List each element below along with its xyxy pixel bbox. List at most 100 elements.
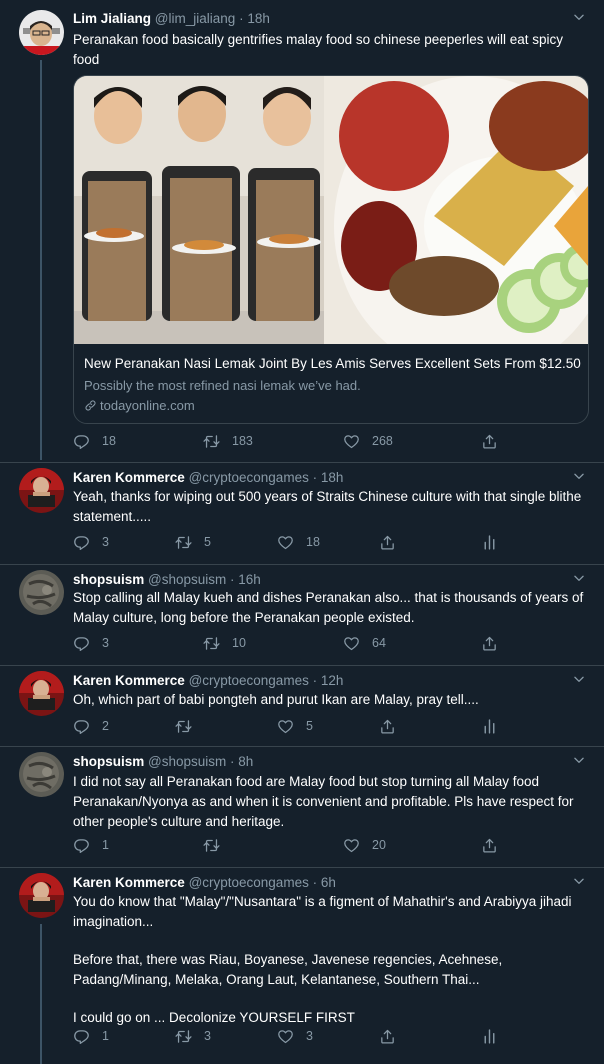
handle[interactable]: @lim_jialiang [155,11,236,26]
display-name[interactable]: Karen Kommerce [73,875,185,890]
retweet-button[interactable] [203,834,232,856]
like-count: 3 [306,1029,313,1043]
analytics-button[interactable] [481,715,510,737]
share-button[interactable] [379,715,408,737]
reply-count: 1 [102,838,109,852]
reply-count: 1 [102,1029,109,1043]
like-button[interactable]: 5 [277,715,313,737]
reply-count: 2 [102,719,109,733]
tweet[interactable]: shopsuism @shopsuism · 8h I did not say … [0,747,604,867]
share-button[interactable] [379,531,408,553]
tweet-header: shopsuism @shopsuism · 8h [73,754,254,769]
reply-icon [73,1028,90,1045]
tweet-text: You do know that "Malay"/"Nusantara" is … [73,892,586,1028]
timestamp[interactable]: 8h [238,754,253,769]
like-count: 268 [372,434,393,448]
share-button[interactable] [379,1025,408,1047]
retweet-icon [175,1028,192,1045]
retweet-button[interactable]: 3 [175,1025,211,1047]
like-button[interactable]: 18 [277,531,320,553]
tweet-text: I did not say all Peranakan food are Mal… [73,774,574,829]
display-name[interactable]: Lim Jialiang [73,11,151,26]
reply-button[interactable]: 3 [73,531,109,553]
reply-count: 3 [102,535,109,549]
avatar[interactable] [19,468,64,513]
display-name[interactable]: Karen Kommerce [73,673,185,688]
retweet-button[interactable]: 183 [203,430,253,452]
timestamp[interactable]: 6h [321,875,336,890]
display-name[interactable]: shopsuism [73,572,144,587]
display-name[interactable]: shopsuism [73,754,144,769]
share-button[interactable] [481,632,510,654]
card-description: Possibly the most refined nasi lemak we’… [84,378,361,393]
retweet-button[interactable]: 10 [203,632,246,654]
timestamp[interactable]: 12h [321,673,344,688]
like-button[interactable]: 20 [343,834,386,856]
handle[interactable]: @cryptoecongames [189,875,309,890]
avatar[interactable] [19,752,64,797]
reply-button[interactable]: 3 [73,632,109,654]
caret-down-icon[interactable] [572,874,586,888]
tweet[interactable]: Karen Kommerce @cryptoecongames · 18h Ye… [0,463,604,564]
analytics-button[interactable] [481,531,510,553]
reply-count: 18 [102,434,116,448]
caret-down-icon[interactable] [572,469,586,483]
avatar[interactable] [19,10,64,55]
like-icon [343,635,360,652]
timestamp[interactable]: 16h [238,572,261,587]
tweet[interactable]: Lim Jialiang @lim_jialiang · 18h Peranak… [0,0,604,462]
analytics-button[interactable] [481,1025,510,1047]
avatar[interactable] [19,873,64,918]
share-icon [481,837,498,854]
like-button[interactable]: 268 [343,430,393,452]
handle[interactable]: @shopsuism [148,572,226,587]
analytics-icon [481,718,498,735]
link-icon [84,399,97,412]
retweet-count: 5 [204,535,211,549]
timestamp[interactable]: 18h [247,11,270,26]
tweet-actions: 2 5 [73,715,503,737]
retweet-count: 3 [204,1029,211,1043]
reply-count: 3 [102,636,109,650]
link-card[interactable]: New Peranakan Nasi Lemak Joint By Les Am… [73,75,589,424]
tweet[interactable]: Karen Kommerce @cryptoecongames · 12h Oh… [0,666,604,746]
retweet-button[interactable] [175,715,204,737]
display-name[interactable]: Karen Kommerce [73,470,185,485]
tweet-header: Lim Jialiang @lim_jialiang · 18h [73,11,270,26]
card-image [74,76,588,344]
tweet-header: Karen Kommerce @cryptoecongames · 18h [73,470,344,485]
card-title: New Peranakan Nasi Lemak Joint By Les Am… [84,356,581,371]
like-icon [343,837,360,854]
avatar[interactable] [19,671,64,716]
tweet-actions: 3 10 64 [73,632,503,654]
tweet-header: Karen Kommerce @cryptoecongames · 12h [73,673,344,688]
reply-button[interactable]: 2 [73,715,109,737]
tweet-text: Stop calling all Malay kueh and dishes P… [73,590,584,625]
like-button[interactable]: 64 [343,632,386,654]
caret-down-icon[interactable] [572,571,586,585]
reply-button[interactable]: 1 [73,1025,109,1047]
reply-button[interactable]: 18 [73,430,116,452]
avatar[interactable] [19,570,64,615]
reply-icon [73,534,90,551]
reply-icon [73,718,90,735]
handle[interactable]: @shopsuism [148,754,226,769]
reply-button[interactable]: 1 [73,834,109,856]
reply-icon [73,837,90,854]
tweet-text: Oh, which part of babi pongteh and purut… [73,692,479,707]
caret-down-icon[interactable] [572,10,586,24]
tweet[interactable]: shopsuism @shopsuism · 16h Stop calling … [0,565,604,665]
tweet[interactable]: Karen Kommerce @cryptoecongames · 6h You… [0,868,604,1064]
share-button[interactable] [481,430,510,452]
caret-down-icon[interactable] [572,753,586,767]
share-icon [379,534,396,551]
share-icon [379,1028,396,1045]
handle[interactable]: @cryptoecongames [189,673,309,688]
share-button[interactable] [481,834,510,856]
timestamp[interactable]: 18h [321,470,344,485]
handle[interactable]: @cryptoecongames [189,470,309,485]
like-button[interactable]: 3 [277,1025,313,1047]
like-icon [343,433,360,450]
caret-down-icon[interactable] [572,672,586,686]
retweet-button[interactable]: 5 [175,531,211,553]
